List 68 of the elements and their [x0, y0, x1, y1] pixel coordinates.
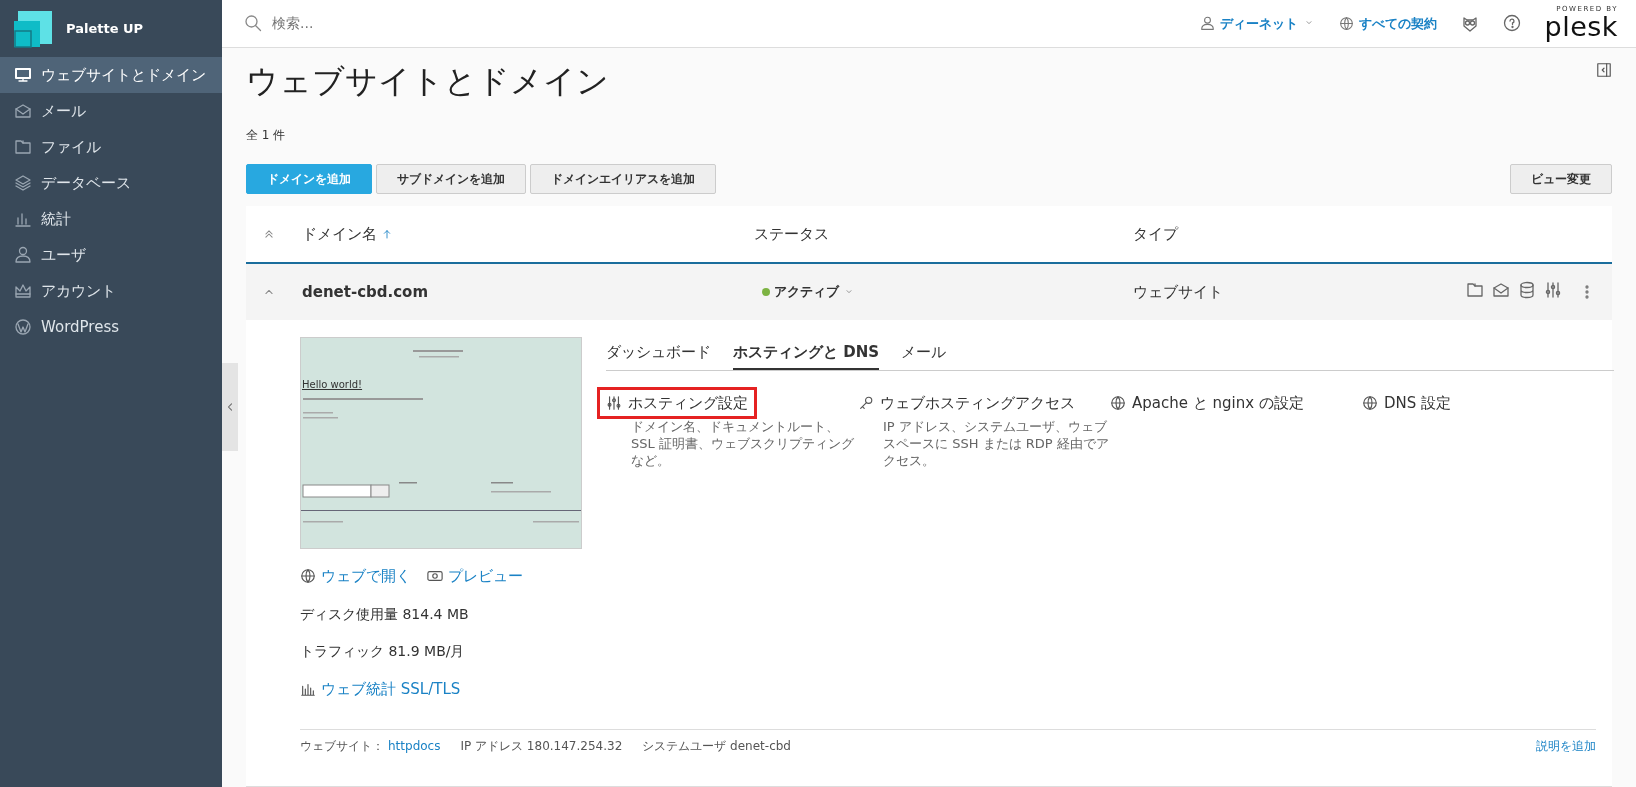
- user-icon: [14, 246, 32, 264]
- item-count: 全 1 件: [246, 127, 287, 144]
- key-icon: [858, 394, 874, 411]
- type-cell-text: ウェブサイト: [1133, 281, 1224, 303]
- sidebar-item[interactable]: アカウント: [0, 273, 222, 309]
- tab[interactable]: メール: [901, 341, 947, 370]
- domain-name[interactable]: denet-cbd.com: [302, 280, 754, 304]
- user-icon: [1199, 15, 1215, 31]
- column-header[interactable]: タイプ: [1133, 222, 1178, 246]
- status-label[interactable]: アクティブ: [774, 282, 839, 302]
- httpdocs-link[interactable]: httpdocs: [388, 737, 441, 756]
- traffic: トラフィック 81.9 MB/月: [300, 641, 466, 661]
- tool-link[interactable]: ホスティング設定: [597, 386, 757, 419]
- globe-icon: [1362, 394, 1378, 411]
- website-label: ウェブサイト：: [300, 738, 384, 756]
- folder-icon[interactable]: [1466, 280, 1484, 299]
- sidebar-item[interactable]: ウェブサイトとドメイン: [0, 57, 222, 93]
- add-description-link[interactable]: 説明を追加: [1536, 737, 1596, 756]
- plesk-logo: plesk: [1544, 13, 1618, 41]
- search-icon: [244, 14, 262, 33]
- globe-icon: [1338, 15, 1354, 31]
- monitor-icon: [14, 66, 32, 84]
- sliders-icon[interactable]: [1544, 280, 1562, 299]
- sidebar-item[interactable]: メール: [0, 93, 222, 129]
- post-heading: Hello world!: [302, 378, 363, 392]
- sidebar-item[interactable]: ユーザ: [0, 237, 222, 273]
- panel-toggle-icon: [1596, 61, 1612, 78]
- tab[interactable]: ホスティングと DNS: [733, 341, 880, 370]
- search-field[interactable]: 検索...: [270, 11, 570, 35]
- envelope-icon: [14, 102, 32, 120]
- sidebar-item[interactable]: データベース: [0, 165, 222, 201]
- view-button[interactable]: ビュー変更: [1510, 164, 1612, 194]
- collapse-handle[interactable]: [222, 363, 238, 451]
- tool-description: IP アドレス、システムユーザ、ウェブスペースに SSH または RDP 経由でアクセス。: [882, 419, 1110, 470]
- open-link[interactable]: プレビュー: [427, 565, 523, 588]
- column-header[interactable]: ドメイン名: [302, 222, 377, 246]
- folder-icon: [14, 138, 32, 156]
- subscriptions-link[interactable]: すべての契約: [1338, 13, 1437, 34]
- tool-description: ドメイン名、ドキュメントルート、SSL 証明書、ウェブスクリプティングなど。: [630, 419, 855, 470]
- sidebar-item[interactable]: ファイル: [0, 129, 222, 165]
- add-button[interactable]: ドメインエイリアスを追加: [530, 164, 716, 194]
- tab[interactable]: ダッシュボード: [606, 341, 711, 370]
- crown-icon: [14, 282, 32, 300]
- globe-icon: [1110, 394, 1126, 411]
- open-link[interactable]: ウェブで開く: [300, 565, 411, 588]
- disk-usage: ディスク使用量 814.4 MB: [300, 604, 470, 624]
- sort-arrow-icon: [381, 228, 393, 240]
- tool-link[interactable]: ウェブホスティングアクセス: [849, 386, 1084, 419]
- layers-icon: [14, 174, 32, 192]
- domain-row[interactable]: denet-cbd.com アクティブ ウェブサイト: [246, 262, 1612, 320]
- column-header[interactable]: ステータス: [754, 222, 829, 246]
- sidebar-item[interactable]: 統計: [0, 201, 222, 237]
- sliders-icon: [606, 394, 622, 411]
- ip-address: IP アドレス 180.147.254.32: [460, 738, 623, 756]
- wordpress-icon: [14, 318, 32, 336]
- add-button[interactable]: サブドメインを追加: [376, 164, 526, 194]
- globe-icon: [300, 568, 316, 585]
- tool-link[interactable]: Apache と nginx の設定: [1101, 386, 1313, 419]
- brand-name: Palette UP: [66, 19, 144, 38]
- user-menu[interactable]: ディーネット: [1199, 13, 1315, 34]
- logo-icon: [14, 8, 54, 49]
- sidebar-item[interactable]: WordPress: [0, 309, 222, 345]
- help-icon: [1502, 14, 1521, 33]
- page-title: ウェブサイトとドメイン: [246, 61, 609, 100]
- tool-link[interactable]: DNS 設定: [1353, 386, 1461, 419]
- web-stats-link[interactable]: ウェブ統計 SSL/TLS: [300, 677, 461, 700]
- system-user: システムユーザ denet-cbd: [642, 738, 791, 756]
- database-icon[interactable]: [1518, 280, 1536, 299]
